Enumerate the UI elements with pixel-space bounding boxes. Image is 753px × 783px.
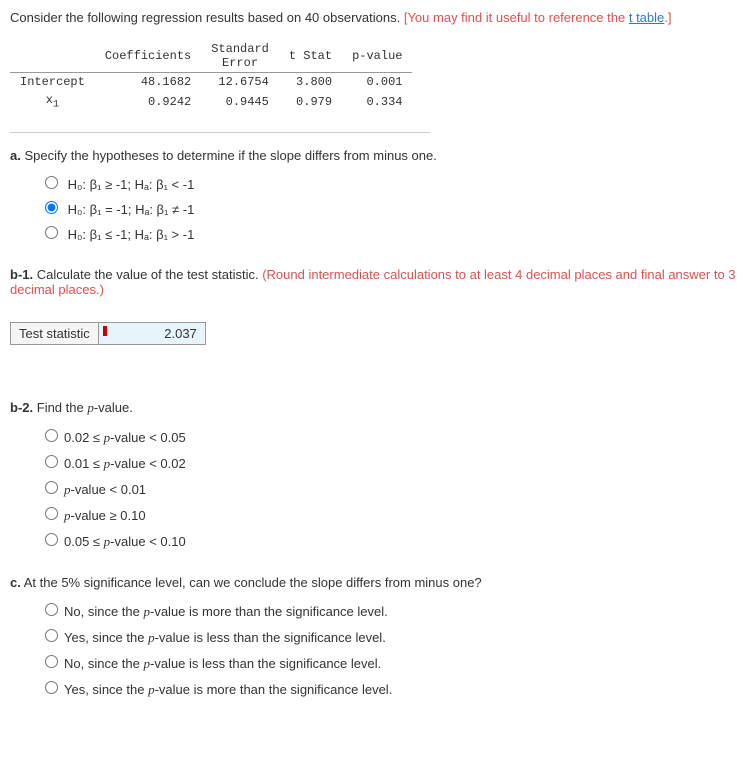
- a-opt1: H₀: β₁ ≥ -1; Hₐ: β₁ < -1: [68, 177, 195, 192]
- radio-c1[interactable]: [45, 603, 58, 616]
- intro-part1: Consider the following regression result…: [10, 10, 404, 25]
- radio-a2[interactable]: [45, 201, 58, 214]
- c-text: At the 5% significance level, can we con…: [24, 575, 482, 590]
- b2-opt1: 0.02 ≤ p-value < 0.05: [64, 430, 186, 445]
- question-c: c. At the 5% significance level, can we …: [10, 575, 743, 698]
- c-opt1: No, since the p-value is more than the s…: [64, 604, 388, 619]
- row2-label: x1: [10, 91, 95, 112]
- t-table-link[interactable]: t table: [629, 10, 664, 25]
- c-options: No, since the p-value is more than the s…: [40, 600, 743, 698]
- radio-a1[interactable]: [45, 176, 58, 189]
- th-coef: Coefficients: [95, 40, 201, 73]
- c-opt4: Yes, since the p-value is more than the …: [64, 682, 392, 697]
- b2-opt3: p-value < 0.01: [64, 482, 146, 497]
- c-label: c.: [10, 575, 21, 590]
- a-label: a.: [10, 148, 21, 163]
- radio-b2-3[interactable]: [45, 481, 58, 494]
- question-b1: b-1. Calculate the value of the test sta…: [10, 267, 743, 345]
- b2-text: Find the p-value.: [37, 400, 133, 415]
- b2-label: b-2.: [10, 400, 33, 415]
- radio-c4[interactable]: [45, 681, 58, 694]
- answer-box: Test statistic 2.037: [10, 322, 206, 345]
- regression-table: Coefficients StandardError t Stat p-valu…: [10, 40, 412, 112]
- b2-opt4: p-value ≥ 0.10: [64, 508, 146, 523]
- th-se: StandardError: [201, 40, 279, 73]
- a-opt3: H₀: β₁ ≤ -1; Hₐ: β₁ > -1: [68, 227, 195, 242]
- teststat-input[interactable]: 2.037: [99, 323, 205, 344]
- radio-c2[interactable]: [45, 629, 58, 642]
- radio-b2-2[interactable]: [45, 455, 58, 468]
- th-t: t Stat: [279, 40, 342, 73]
- b2-options: 0.02 ≤ p-value < 0.05 0.01 ≤ p-value < 0…: [40, 426, 743, 550]
- c-opt2: Yes, since the p-value is less than the …: [64, 630, 386, 645]
- radio-b2-1[interactable]: [45, 429, 58, 442]
- intro-text: Consider the following regression result…: [10, 10, 743, 25]
- table-row: Intercept 48.1682 12.6754 3.800 0.001: [10, 73, 412, 92]
- th-p: p-value: [342, 40, 412, 73]
- table-divider: [10, 132, 430, 133]
- question-a: a. Specify the hypotheses to determine i…: [10, 148, 743, 242]
- b1-text: Calculate the value of the test statisti…: [37, 267, 262, 282]
- a-options: H₀: β₁ ≥ -1; Hₐ: β₁ < -1 H₀: β₁ = -1; Hₐ…: [40, 173, 743, 242]
- radio-b2-4[interactable]: [45, 507, 58, 520]
- row1-label: Intercept: [10, 73, 95, 92]
- intro-red: [You may find it useful to reference the…: [404, 10, 672, 25]
- b2-opt2: 0.01 ≤ p-value < 0.02: [64, 456, 186, 471]
- b2-opt5: 0.05 ≤ p-value < 0.10: [64, 534, 186, 549]
- b1-label: b-1.: [10, 267, 33, 282]
- c-opt3: No, since the p-value is less than the s…: [64, 656, 381, 671]
- question-b2: b-2. Find the p-value. 0.02 ≤ p-value < …: [10, 400, 743, 550]
- radio-c3[interactable]: [45, 655, 58, 668]
- radio-a3[interactable]: [45, 226, 58, 239]
- a-opt2: H₀: β₁ = -1; Hₐ: β₁ ≠ -1: [68, 202, 195, 217]
- teststat-label: Test statistic: [11, 323, 99, 344]
- table-row: x1 0.9242 0.9445 0.979 0.334: [10, 91, 412, 112]
- radio-b2-5[interactable]: [45, 533, 58, 546]
- a-text: Specify the hypotheses to determine if t…: [24, 148, 436, 163]
